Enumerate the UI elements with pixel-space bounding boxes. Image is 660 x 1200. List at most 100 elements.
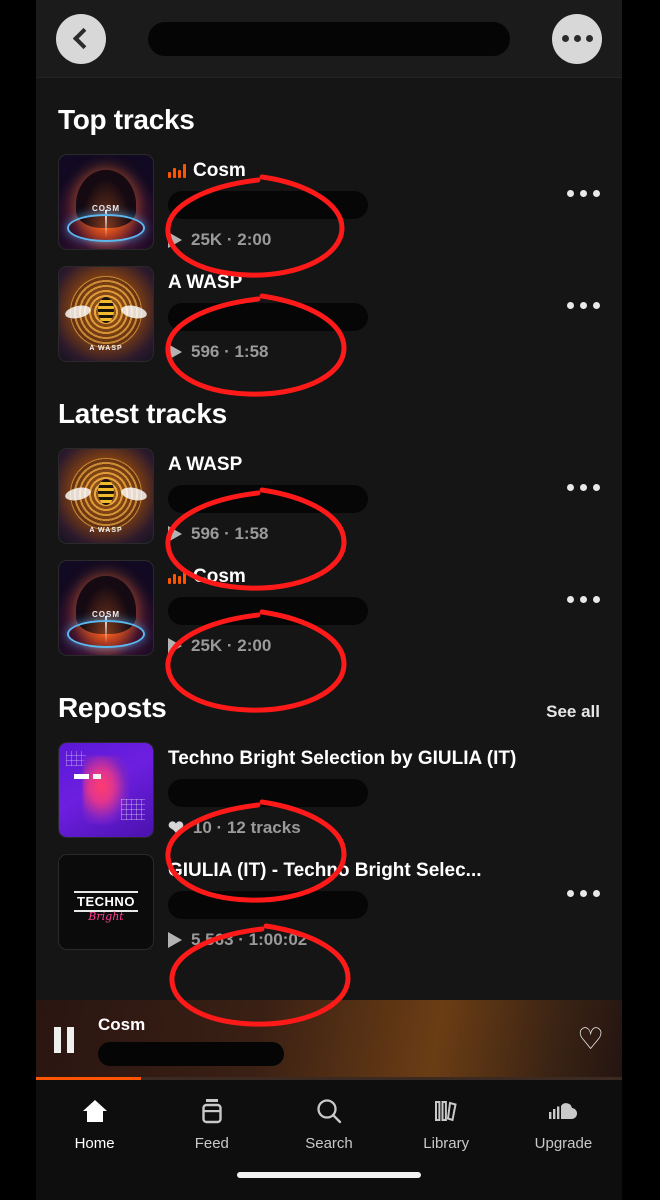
track-artwork[interactable]: COSM <box>58 560 154 656</box>
track-row[interactable]: COSM Cosm 25K · 2:00 <box>58 554 600 666</box>
playlist-artwork[interactable] <box>58 742 154 838</box>
track-title-line: A WASP <box>168 454 600 476</box>
section-header-latest-tracks: Latest tracks <box>58 372 600 442</box>
phone-viewport: Top tracks COSM Cosm 25K · 2:00 A WASP A… <box>36 0 622 1200</box>
see-all-link[interactable]: See all <box>546 702 600 722</box>
track-more-button[interactable] <box>567 484 600 491</box>
repost-title-line: Techno Bright Selection by GIULIA (IT) <box>168 748 600 770</box>
artwork-script-label: Bright <box>88 909 124 923</box>
tab-search[interactable]: Search <box>270 1096 387 1152</box>
tab-label: Search <box>305 1135 353 1152</box>
play-icon <box>168 232 182 248</box>
track-stats-text: 596 · 1:58 <box>191 342 269 361</box>
artwork-ring <box>66 620 146 649</box>
track-stats: 596 · 1:58 <box>168 342 600 362</box>
track-stats-text: 25K · 2:00 <box>191 230 272 249</box>
heart-outline-icon[interactable]: ♡ <box>577 1025 604 1055</box>
track-body: Cosm 25K · 2:00 <box>154 154 600 250</box>
tab-feed[interactable]: Feed <box>153 1096 270 1152</box>
track-stats-text: 25K · 2:00 <box>191 636 272 655</box>
track-stats: 596 · 1:58 <box>168 524 600 544</box>
top-bar <box>36 0 622 78</box>
artwork-bee <box>98 297 114 324</box>
ellipsis-icon <box>561 35 593 42</box>
artwork-bar-2 <box>92 774 102 779</box>
track-title: Cosm <box>193 160 246 181</box>
profile-content: Top tracks COSM Cosm 25K · 2:00 A WASP A… <box>36 78 622 1078</box>
section-title: Reposts <box>58 692 167 723</box>
repost-stats: 5 563 · 1:00:02 <box>168 930 600 950</box>
redacted-artist-bar <box>168 779 368 807</box>
track-artwork[interactable]: A WASP <box>58 448 154 544</box>
track-title-line: Cosm <box>168 160 600 182</box>
redacted-artist-bar <box>168 891 368 919</box>
tab-home[interactable]: Home <box>36 1096 153 1152</box>
bottom-tab-bar: Home Feed Search Library Upgrade <box>36 1080 622 1200</box>
redacted-artist-bar <box>168 303 368 331</box>
tab-upgrade[interactable]: Upgrade <box>505 1096 622 1152</box>
tab-label: Upgrade <box>534 1135 593 1152</box>
track-row[interactable]: A WASP A WASP 596 · 1:58 <box>58 260 600 372</box>
track-artwork[interactable]: A WASP <box>58 266 154 362</box>
equalizer-icon <box>168 164 186 178</box>
section-header-reposts: Reposts See all <box>58 666 600 736</box>
artwork-line-top <box>74 890 138 893</box>
artwork-bar-1 <box>74 774 90 779</box>
back-button[interactable] <box>56 13 106 64</box>
artwork-label: A WASP <box>89 526 123 534</box>
track-row[interactable]: COSM Cosm 25K · 2:00 <box>58 148 600 260</box>
tab-label: Home <box>74 1135 115 1152</box>
track-title: A WASP <box>168 454 243 475</box>
repost-more-button[interactable] <box>567 890 600 897</box>
track-title: Cosm <box>193 566 246 587</box>
artwork-label: A WASP <box>89 344 123 352</box>
track-row[interactable]: A WASP A WASP 596 · 1:58 <box>58 442 600 554</box>
track-title-line: Cosm <box>168 566 600 588</box>
play-icon <box>168 638 182 654</box>
redacted-title-bar <box>148 21 510 56</box>
tab-label: Library <box>423 1135 470 1152</box>
redacted-artist-bar <box>168 597 368 625</box>
library-icon <box>432 1096 460 1126</box>
track-more-button[interactable] <box>567 190 600 197</box>
play-icon <box>168 526 182 542</box>
track-stats-text: 596 · 1:58 <box>191 524 269 543</box>
play-icon <box>168 344 182 360</box>
repost-title: Techno Bright Selection by GIULIA (IT) <box>168 748 517 769</box>
more-options-button[interactable] <box>552 13 602 64</box>
track-stats: 25K · 2:00 <box>168 230 600 250</box>
repost-row[interactable]: Techno Bright Selection by GIULIA (IT) ❤… <box>58 736 600 848</box>
repost-stats-text: 10 · 12 tracks <box>192 818 301 837</box>
artwork-ring <box>66 214 146 243</box>
repost-body: Techno Bright Selection by GIULIA (IT) ❤… <box>154 742 600 838</box>
redacted-player-artist <box>98 1041 284 1066</box>
artwork-label: TECHNO <box>77 894 135 910</box>
track-more-button[interactable] <box>567 596 600 603</box>
repost-row[interactable]: TECHNO Bright GIULIA (IT) - Techno Brigh… <box>58 848 600 960</box>
home-icon <box>81 1096 109 1126</box>
track-title-line: A WASP <box>168 272 600 294</box>
pause-icon[interactable] <box>54 1027 74 1053</box>
section-title: Latest tracks <box>58 398 227 429</box>
repost-title-line: GIULIA (IT) - Techno Bright Selec... <box>168 860 600 882</box>
repost-stats: ❤ 10 · 12 tracks <box>168 818 600 838</box>
play-icon <box>168 932 182 948</box>
track-more-button[interactable] <box>567 302 600 309</box>
repost-body: GIULIA (IT) - Techno Bright Selec... 5 5… <box>154 854 600 950</box>
artwork-grid-bottom <box>121 799 146 821</box>
playlist-artwork[interactable]: TECHNO Bright <box>58 854 154 950</box>
track-stats: 25K · 2:00 <box>168 636 600 656</box>
repost-title: GIULIA (IT) - Techno Bright Selec... <box>168 860 482 881</box>
track-body: A WASP 596 · 1:58 <box>154 266 600 362</box>
track-artwork[interactable]: COSM <box>58 154 154 250</box>
equalizer-icon <box>168 570 186 584</box>
tab-library[interactable]: Library <box>388 1096 505 1152</box>
search-icon <box>315 1096 343 1126</box>
mini-player[interactable]: Cosm ♡ <box>36 1000 622 1080</box>
screenshot-frame: Top tracks COSM Cosm 25K · 2:00 A WASP A… <box>0 0 660 1200</box>
heart-icon: ❤ <box>168 817 184 839</box>
track-body: A WASP 596 · 1:58 <box>154 448 600 544</box>
feed-icon <box>199 1096 225 1126</box>
redacted-artist-bar <box>168 191 368 219</box>
tab-label: Feed <box>194 1135 229 1152</box>
